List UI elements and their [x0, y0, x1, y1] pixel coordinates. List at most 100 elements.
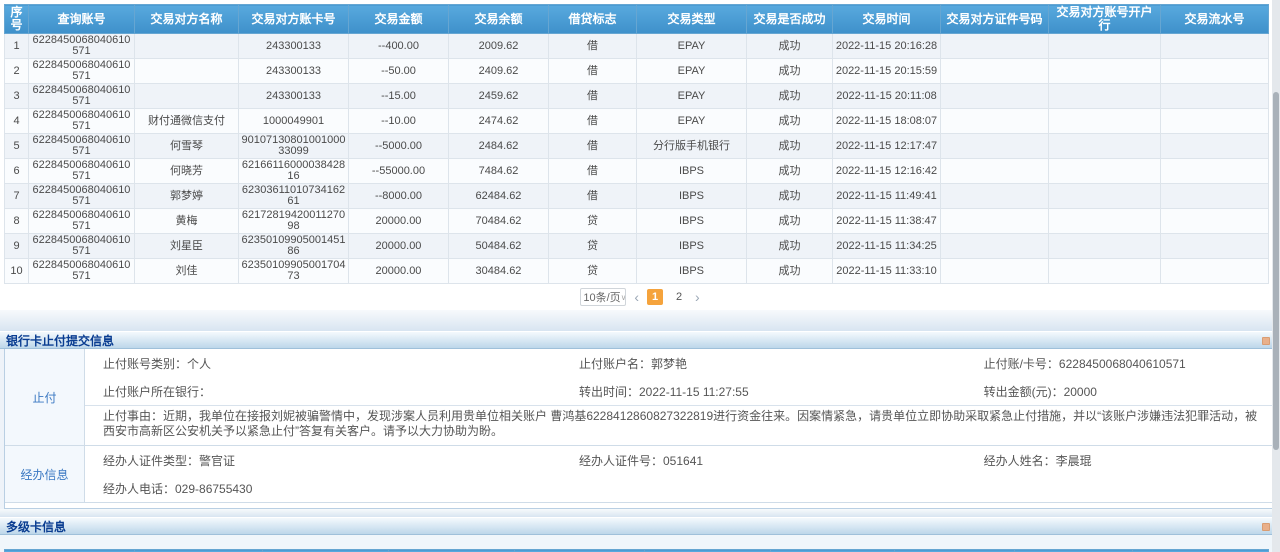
table-cell: 20000.00	[349, 234, 449, 259]
table-cell: 分行版手机银行	[637, 134, 747, 159]
table-cell: 2459.62	[449, 84, 549, 109]
column-header: 查询账号	[29, 5, 135, 34]
table-cell: --5000.00	[349, 134, 449, 159]
multi-card-panel: 序号级别止付类型所属机构账号余额止付结果录入人录入单位录入时间 1一级第三方止付…	[0, 535, 1280, 552]
table-row[interactable]: 16228450068040610571243300133--400.00200…	[5, 34, 1269, 59]
panel-divider	[0, 509, 1280, 517]
table-cell: 9	[5, 234, 29, 259]
table-row[interactable]: 106228450068040610571刘佳62350109905001704…	[5, 259, 1269, 284]
page-size-select[interactable]: 10条/页 ∨	[580, 288, 626, 306]
page-number-1[interactable]: 1	[647, 289, 663, 305]
table-cell: 2022-11-15 18:08:07	[833, 109, 941, 134]
table-cell	[941, 34, 1049, 59]
transaction-table-header: 序号查询账号交易对方名称交易对方账卡号交易金额交易余额借贷标志交易类型交易是否成…	[5, 5, 1269, 34]
multi-card-title: 多级卡信息	[6, 520, 66, 534]
table-cell	[941, 134, 1049, 159]
column-header: 交易对方账号开户行	[1049, 5, 1161, 34]
vertical-scrollbar[interactable]	[1272, 0, 1280, 552]
scrollbar-thumb[interactable]	[1273, 92, 1279, 450]
operator-row: 经办信息 经办人证件类型：警官证 经办人证件号：051641 经办人姓名：李晨琨…	[5, 445, 1275, 502]
prev-page-button[interactable]: ‹	[634, 289, 639, 305]
column-header: 交易余额	[449, 5, 549, 34]
table-cell: 成功	[747, 259, 833, 284]
table-cell: 243300133	[239, 84, 349, 109]
table-cell	[941, 234, 1049, 259]
table-cell	[1161, 184, 1269, 209]
table-cell: 6228450068040610571	[29, 134, 135, 159]
table-cell	[135, 84, 239, 109]
table-cell	[1161, 109, 1269, 134]
table-cell: 成功	[747, 84, 833, 109]
collapse-icon[interactable]	[1262, 337, 1270, 345]
field-amount: 转出金额(元)：20000	[966, 377, 1275, 405]
collapse-icon[interactable]	[1262, 523, 1270, 531]
table-row[interactable]: 76228450068040610571郭梦婷62303611010734162…	[5, 184, 1269, 209]
table-cell: 7484.62	[449, 159, 549, 184]
table-cell	[1161, 34, 1269, 59]
table-cell: 何雪琴	[135, 134, 239, 159]
table-cell: 6228450068040610571	[29, 209, 135, 234]
multi-card-section-header: 多级卡信息	[0, 517, 1280, 535]
table-cell: 成功	[747, 34, 833, 59]
table-cell: 70484.62	[449, 209, 549, 234]
table-row[interactable]: 56228450068040610571何雪琴90107130801001000…	[5, 134, 1269, 159]
table-cell: 1	[5, 34, 29, 59]
chevron-down-icon: ∨	[621, 293, 627, 302]
table-cell	[1161, 234, 1269, 259]
pagination-bar: 10条/页 ∨ ‹ 1 2 ›	[4, 284, 1276, 310]
field-card-no: 止付账/卡号：6228450068040610571	[966, 349, 1275, 377]
table-cell	[941, 59, 1049, 84]
stop-payment-fields: 止付账号类别：个人 止付账户名：郭梦艳 止付账/卡号：6228450068040…	[85, 349, 1275, 405]
table-cell: IBPS	[637, 209, 747, 234]
field-op-cert-no: 经办人证件号：051641	[561, 446, 966, 474]
transaction-table-body: 16228450068040610571243300133--400.00200…	[5, 34, 1269, 284]
table-cell: 6228450068040610571	[29, 184, 135, 209]
table-cell: 成功	[747, 209, 833, 234]
table-cell: 2022-11-15 11:33:10	[833, 259, 941, 284]
stop-payment-title: 银行卡止付提交信息	[6, 334, 114, 348]
table-cell: 2409.62	[449, 59, 549, 84]
page-number-2[interactable]: 2	[671, 289, 687, 305]
table-row[interactable]: 66228450068040610571何晓芳62166116000038428…	[5, 159, 1269, 184]
stop-payment-content: 止付账号类别：个人 止付账户名：郭梦艳 止付账/卡号：6228450068040…	[85, 349, 1275, 445]
table-cell	[1161, 209, 1269, 234]
table-cell: 6228450068040610571	[29, 34, 135, 59]
table-cell: 2022-11-15 12:17:47	[833, 134, 941, 159]
field-bank: 止付账户所在银行：	[85, 377, 561, 405]
table-cell: 借	[549, 159, 637, 184]
table-cell: --400.00	[349, 34, 449, 59]
table-cell	[1049, 184, 1161, 209]
table-cell: 成功	[747, 184, 833, 209]
table-cell: 6228450068040610571	[29, 159, 135, 184]
table-cell	[941, 259, 1049, 284]
table-row[interactable]: 86228450068040610571黄梅621728194200112709…	[5, 209, 1269, 234]
table-cell: 借	[549, 84, 637, 109]
column-header: 交易金额	[349, 5, 449, 34]
table-cell: --10.00	[349, 109, 449, 134]
table-cell	[1049, 109, 1161, 134]
stop-payment-reason: 止付事由：近期，我单位在接报刘妮被骗警情中，发现涉案人员利用贵单位相关账户 曹鸿…	[85, 405, 1275, 445]
table-cell	[941, 109, 1049, 134]
table-cell: 黄梅	[135, 209, 239, 234]
header-row: 序号查询账号交易对方名称交易对方账卡号交易金额交易余额借贷标志交易类型交易是否成…	[5, 5, 1269, 34]
table-cell: 6228450068040610571	[29, 59, 135, 84]
table-cell	[1161, 159, 1269, 184]
operator-group-label: 经办信息	[5, 446, 85, 502]
table-row[interactable]: 46228450068040610571财付通微信支付1000049901--1…	[5, 109, 1269, 134]
table-cell: 贷	[549, 209, 637, 234]
table-cell: 20000.00	[349, 209, 449, 234]
table-cell: IBPS	[637, 259, 747, 284]
table-cell: 6	[5, 159, 29, 184]
table-row[interactable]: 36228450068040610571243300133--15.002459…	[5, 84, 1269, 109]
table-row[interactable]: 26228450068040610571243300133--50.002409…	[5, 59, 1269, 84]
table-cell: 郭梦婷	[135, 184, 239, 209]
table-cell: 成功	[747, 59, 833, 84]
next-page-button[interactable]: ›	[695, 289, 700, 305]
stop-payment-panel: 止付 止付账号类别：个人 止付账户名：郭梦艳 止付账/卡号：6228450068…	[4, 349, 1276, 509]
column-header: 交易对方证件号码	[941, 5, 1049, 34]
table-cell: 9010713080100100033099	[239, 134, 349, 159]
field-op-name: 经办人姓名：李晨琨	[966, 446, 1275, 474]
table-cell: 243300133	[239, 59, 349, 84]
table-cell	[1161, 59, 1269, 84]
table-row[interactable]: 96228450068040610571刘星臣62350109905001451…	[5, 234, 1269, 259]
